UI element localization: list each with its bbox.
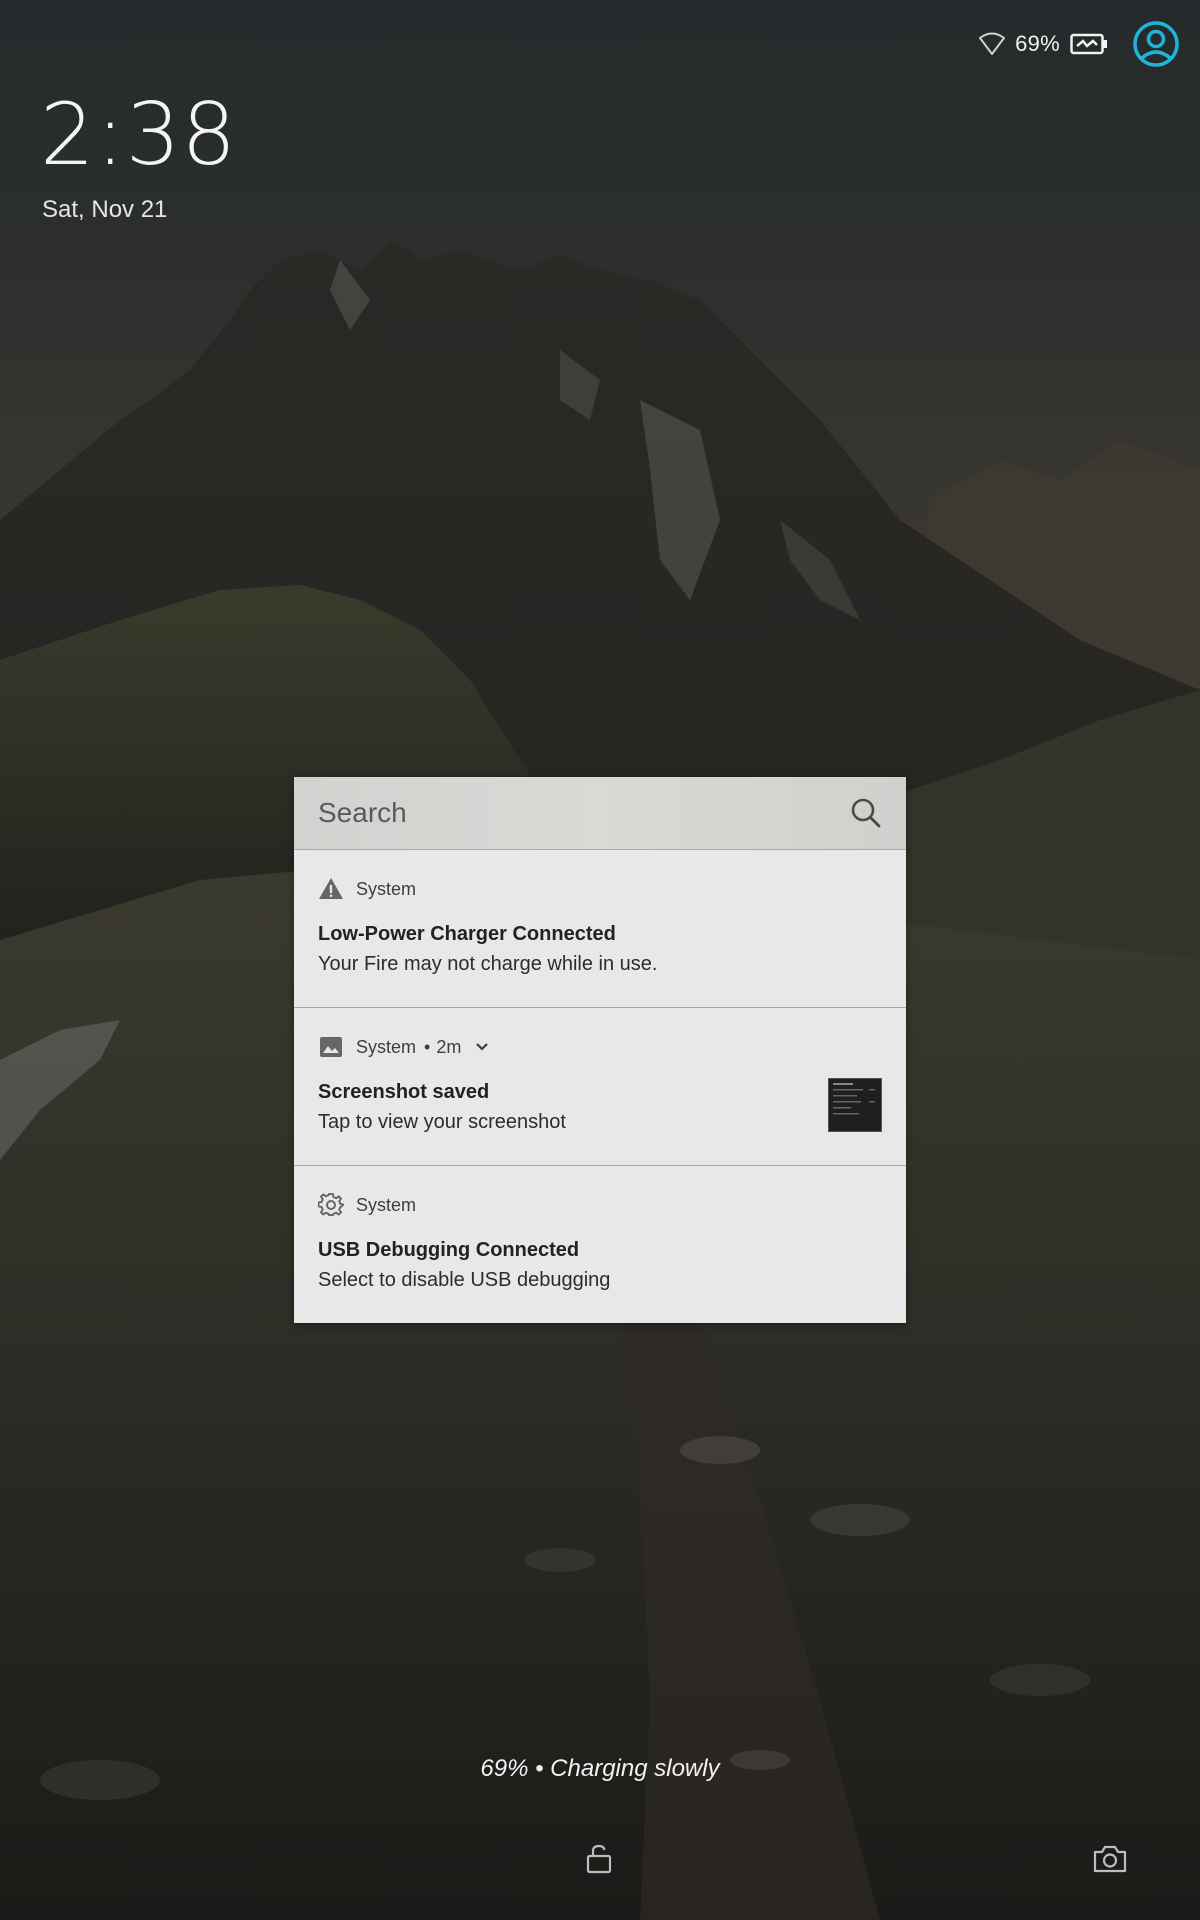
charging-status: 69% • Charging slowly [480, 1755, 720, 1782]
notification-text: Your Fire may not charge while in use. [318, 953, 658, 975]
search-bar[interactable]: Search [294, 777, 906, 849]
notification-time: 2m [436, 1036, 462, 1057]
notification-title: USB Debugging Connected [318, 1239, 580, 1261]
notification-usb-debugging[interactable]: System USB Debugging Connected Select to… [294, 1165, 906, 1323]
lock-date: Sat, Nov 21 [42, 196, 168, 223]
screenshot-thumbnail[interactable] [828, 1078, 882, 1132]
battery-charging-icon [1070, 33, 1107, 55]
camera-icon[interactable] [1092, 1844, 1128, 1874]
warning-icon [319, 878, 343, 899]
notification-title: Low-Power Charger Connected [318, 923, 616, 945]
notification-text: Select to disable USB debugging [318, 1269, 611, 1291]
notification-separator: • [424, 1036, 431, 1057]
chevron-down-icon[interactable] [475, 1042, 489, 1052]
lock-clock: 2:38 [40, 85, 238, 185]
search-placeholder[interactable]: Search [318, 797, 407, 829]
unlock-icon[interactable] [585, 1844, 613, 1874]
image-icon [320, 1037, 342, 1057]
thumbnail-content [833, 1083, 875, 1115]
battery-percentage: 69% [1015, 31, 1060, 56]
search-icon[interactable] [850, 797, 882, 829]
notification-app-name: System [356, 878, 417, 899]
notification-app-name: System [356, 1036, 417, 1057]
notification-low-power-charger[interactable]: System Low-Power Charger Connected Your … [294, 849, 906, 1007]
lock-screen: 69% 2:38 Sat, Nov 21 Search System Low-P… [0, 0, 1200, 1920]
wifi-icon [979, 32, 1006, 55]
notification-text: Tap to view your screenshot [318, 1111, 566, 1133]
gear-icon [318, 1192, 344, 1217]
notification-app-name: System [356, 1194, 417, 1215]
notification-screenshot-saved[interactable]: System • 2m Screenshot saved Tap to view… [294, 1007, 906, 1165]
user-avatar-icon[interactable] [1132, 20, 1180, 68]
notification-header: System • 2m [318, 1034, 882, 1060]
notification-header: System [318, 876, 882, 902]
notification-header: System [318, 1192, 882, 1218]
status-bar: 69% [979, 20, 1180, 68]
notification-title: Screenshot saved [318, 1081, 490, 1103]
notification-panel: Search System Low-Power Charger Connecte… [294, 777, 906, 1323]
